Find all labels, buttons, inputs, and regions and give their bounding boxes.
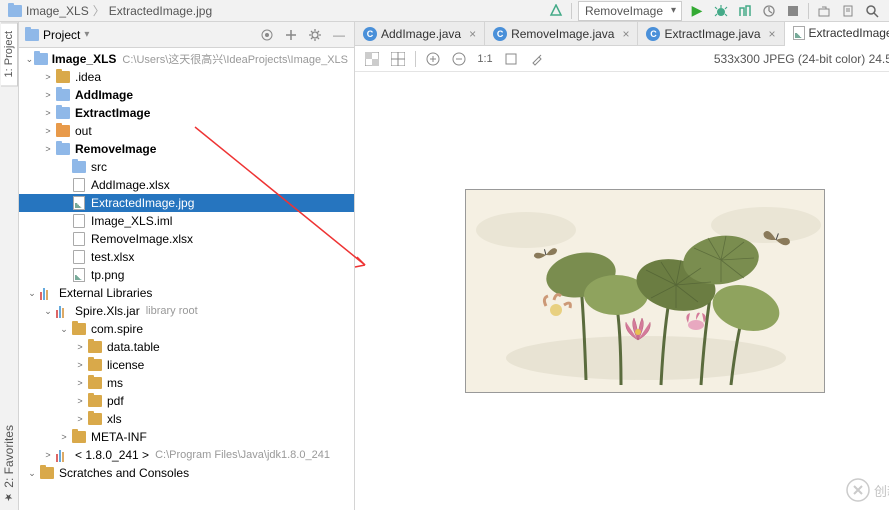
tree-item[interactable]: ExtractedImage.jpg (19, 194, 354, 212)
search-icon[interactable] (863, 2, 881, 20)
breadcrumb-item[interactable]: ExtractedImage.jpg (109, 4, 212, 18)
grid-icon[interactable] (389, 50, 407, 68)
image-content (465, 189, 825, 393)
external-libraries[interactable]: ⌄ External Libraries (19, 284, 354, 302)
project-panel: Project ▾ — ⌄ Image_XLSC:\Users\这天很高兴\Id… (19, 22, 355, 510)
image-viewer-toolbar: 1:1 533x300 JPEG (24-bit color) 24.55 kB (355, 46, 889, 72)
build-icon[interactable] (547, 2, 565, 20)
folder-icon (8, 5, 22, 17)
project-tree: ⌄ Image_XLSC:\Users\这天很高兴\IdeaProjects\I… (19, 48, 354, 510)
editor-tabs: CAddImage.java×CRemoveImage.java×CExtrac… (355, 22, 889, 46)
close-tab-icon[interactable]: × (469, 27, 476, 41)
tree-jar[interactable]: ⌄ Spire.Xls.jarlibrary root (19, 302, 354, 320)
tree-item[interactable]: AddImage.xlsx (19, 176, 354, 194)
annotation-arrow (335, 247, 375, 249)
tree-subpackage[interactable]: >pdf (19, 392, 354, 410)
tree-meta-inf[interactable]: > META-INF (19, 428, 354, 446)
tree-subpackage[interactable]: >ms (19, 374, 354, 392)
hide-icon[interactable]: — (330, 26, 348, 44)
watermark: 创新互联 (846, 478, 889, 502)
zoom-actual-button[interactable]: 1:1 (476, 50, 494, 68)
image-info: 533x300 JPEG (24-bit color) 24.55 kB (714, 52, 889, 66)
tree-item[interactable]: test.xlsx (19, 248, 354, 266)
tree-item[interactable]: >.idea (19, 68, 354, 86)
panel-title: Project (43, 28, 80, 42)
coverage-button[interactable] (736, 2, 754, 20)
editor-tab[interactable]: CAddImage.java× (355, 22, 485, 45)
project-tool-tab[interactable]: 1: Project (1, 22, 18, 86)
gear-icon[interactable] (306, 26, 324, 44)
editor-tab[interactable]: ExtractedImage.jpg× (785, 22, 889, 46)
stop-button[interactable] (784, 2, 802, 20)
run-button[interactable]: ▶ (688, 2, 706, 20)
tree-subpackage[interactable]: >license (19, 356, 354, 374)
select-opened-icon[interactable] (258, 26, 276, 44)
tree-root[interactable]: ⌄ Image_XLSC:\Users\这天很高兴\IdeaProjects\I… (19, 50, 354, 68)
image-viewer: 创新互联 (355, 72, 889, 510)
editor-area: CAddImage.java×CRemoveImage.java×CExtrac… (355, 22, 889, 510)
tree-item[interactable]: src (19, 158, 354, 176)
close-tab-icon[interactable]: × (769, 27, 776, 41)
left-tool-rail: 1: Project ★ 2: Favorites (0, 22, 19, 510)
favorites-tool-tab[interactable]: ★ 2: Favorites (0, 417, 18, 510)
tree-item[interactable]: >RemoveImage (19, 140, 354, 158)
run-config-dropdown[interactable]: RemoveImage (578, 1, 682, 21)
tree-item[interactable]: >AddImage (19, 86, 354, 104)
tree-item[interactable]: >out (19, 122, 354, 140)
project-icon (25, 29, 39, 41)
structure-button[interactable] (839, 2, 857, 20)
fit-icon[interactable] (502, 50, 520, 68)
tree-item[interactable]: RemoveImage.xlsx (19, 230, 354, 248)
tree-jdk[interactable]: > < 1.8.0_241 >C:\Program Files\Java\jdk… (19, 446, 354, 464)
close-tab-icon[interactable]: × (622, 27, 629, 41)
zoom-out-icon[interactable] (450, 50, 468, 68)
tree-item[interactable]: tp.png (19, 266, 354, 284)
color-picker-icon[interactable] (528, 50, 546, 68)
tree-subpackage[interactable]: >xls (19, 410, 354, 428)
debug-button[interactable] (712, 2, 730, 20)
breadcrumb: Image_XLS 〉 ExtractedImage.jpg RemoveIma… (0, 0, 889, 22)
editor-tab[interactable]: CExtractImage.java× (638, 22, 784, 45)
zoom-in-icon[interactable] (424, 50, 442, 68)
tree-item[interactable]: >ExtractImage (19, 104, 354, 122)
breadcrumb-item[interactable]: Image_XLS (26, 4, 89, 18)
profiler-button[interactable] (760, 2, 778, 20)
tree-subpackage[interactable]: >data.table (19, 338, 354, 356)
editor-tab[interactable]: CRemoveImage.java× (485, 22, 638, 45)
tree-package[interactable]: ⌄ com.spire (19, 320, 354, 338)
project-panel-header: Project ▾ — (19, 22, 354, 48)
git-button[interactable] (815, 2, 833, 20)
grid-bg-icon[interactable] (363, 50, 381, 68)
scratches[interactable]: ⌄ Scratches and Consoles (19, 464, 354, 482)
expand-all-icon[interactable] (282, 26, 300, 44)
